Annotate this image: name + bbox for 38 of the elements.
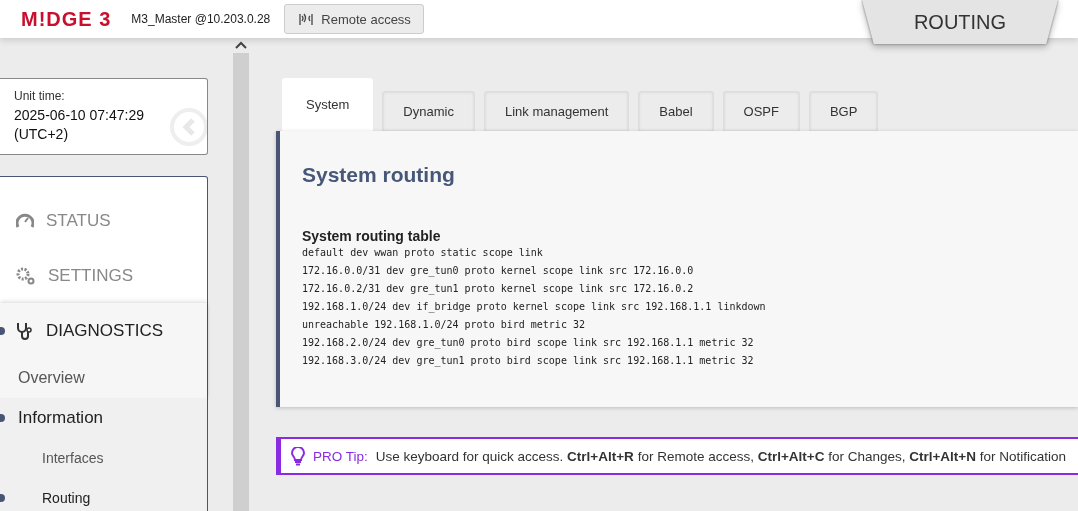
- nav-item[interactable]: Routing: [42, 490, 91, 506]
- section-tab[interactable]: ROUTING: [862, 0, 1058, 44]
- tab[interactable]: OSPF: [722, 91, 800, 131]
- nav-section[interactable]: SETTINGS: [48, 265, 133, 286]
- nav-item[interactable]: Overview: [18, 369, 85, 387]
- antenna-icon: [297, 12, 316, 26]
- tab[interactable]: Link management: [483, 91, 630, 131]
- nav-item[interactable]: Information: [18, 408, 104, 428]
- collapse-icon[interactable]: [167, 107, 207, 147]
- tab[interactable]: System: [282, 78, 374, 131]
- route-line: 172.16.0.2/31 dev gre_tun1 proto kernel scope link src 172.16.0.2: [302, 282, 695, 297]
- unit-time-label: Unit time:: [14, 89, 66, 103]
- gauge-icon: [16, 212, 34, 229]
- scroll-up-icon[interactable]: [235, 41, 247, 49]
- tab[interactable]: Babel: [638, 91, 714, 131]
- device-name: M3_Master @10.203.0.28: [131, 12, 271, 26]
- tip-label: PRO Tip:: [313, 448, 368, 464]
- route-line: 172.16.0.0/31 dev gre_tun0 proto kernel scope link src 172.16.0.0: [302, 264, 695, 279]
- remote-access-button[interactable]: Remote access: [284, 4, 424, 34]
- logo: M!DGE 3: [21, 7, 112, 31]
- panel-title: System routing: [302, 163, 456, 187]
- tip-text: Use keyboard for quick access. Ctrl+Alt+R for Remote access, Ctrl+Alt+C for Changes, Ctrl+Alt+N for Notification: [375, 448, 1067, 464]
- table-title: System routing table: [302, 228, 442, 244]
- tab[interactable]: Dynamic: [382, 91, 475, 131]
- route-line: unreachable 192.168.1.0/24 proto bird metric 32: [302, 318, 586, 332]
- nav-section[interactable]: STATUS: [46, 210, 111, 231]
- nav-section[interactable]: DIAGNOSTICS: [46, 320, 164, 341]
- stethoscope-icon: [16, 321, 34, 340]
- route-line: 192.168.1.0/24 dev if_bridge proto kernel scope link src 192.168.1.1 linkdown: [302, 300, 767, 315]
- route-line: 192.168.3.0/24 dev gre_tun1 proto bird scope link src 192.168.1.1 metric 32: [302, 354, 755, 369]
- gears-icon: [16, 266, 36, 285]
- time-zone: (UTC+2): [14, 125, 70, 144]
- lightbulb-icon: [291, 446, 305, 466]
- tab[interactable]: BGP: [808, 91, 879, 131]
- nav-item[interactable]: Interfaces: [42, 450, 104, 466]
- route-line: default dev wwan proto static scope link: [302, 246, 544, 260]
- route-line: 192.168.2.0/24 dev gre_tun0 proto bird scope link src 192.168.1.1 metric 32: [302, 336, 755, 351]
- unit-time-value: 2025-06-10 07:47:29: [14, 106, 145, 125]
